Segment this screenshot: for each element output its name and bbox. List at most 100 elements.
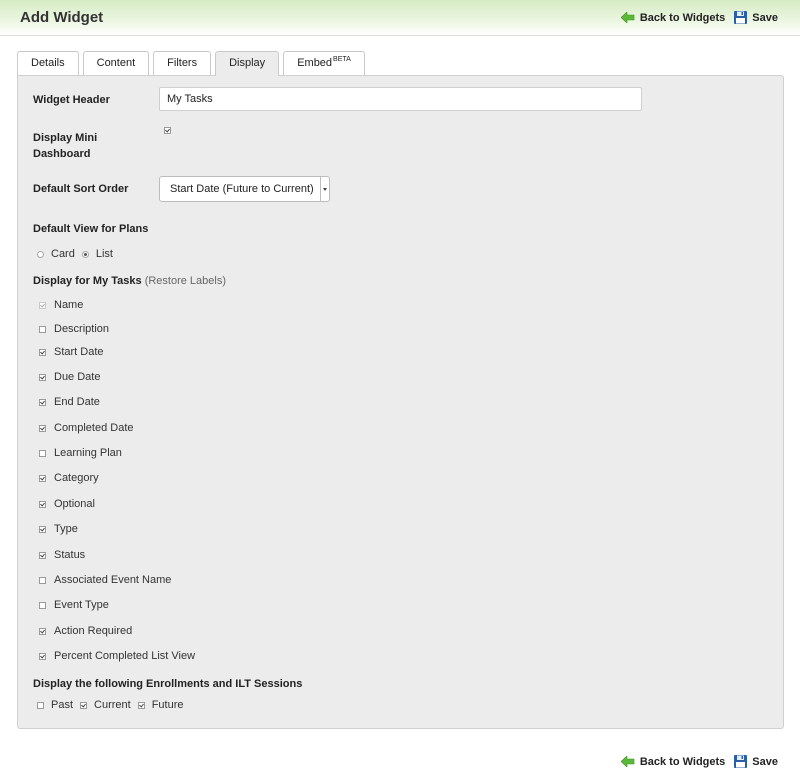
optional-checkbox[interactable] [39,500,46,508]
view-option-card[interactable]: Card [37,248,75,260]
associated-event-name-checkbox[interactable] [39,576,46,584]
widget-header-input[interactable] [159,87,642,111]
field-label: Description [54,323,110,335]
save-label: Save [752,755,778,768]
back-to-widgets-label: Back to Widgets [639,11,726,24]
current-checkbox[interactable] [80,701,88,709]
default-view-label: Default View for Plans [33,223,149,235]
field-row: Percent Completed List View [39,650,195,662]
view-option-list[interactable]: List [81,248,113,260]
tab-filters[interactable]: Filters [153,51,212,75]
sort-order-value: Start Date (Future to Current) [170,183,314,195]
field-label: Event Type [54,599,109,611]
save-button[interactable]: Save [734,11,778,24]
field-row: Associated Event Name [39,574,171,586]
mini-dashboard-label-line1: Display Mini [33,132,98,144]
tab-bar: Details Content Filters Display EmbedBET… [17,51,369,76]
card-radio[interactable] [37,250,44,258]
display-fields-heading: Display for My Tasks (Restore Labels) [33,273,226,289]
field-label: Type [54,523,78,535]
enrollment-option-current[interactable]: Current [80,699,131,711]
page-header: Add Widget Back to Widgets Save [0,0,800,36]
field-label: Action Required [54,625,133,637]
back-to-widgets-link-bottom[interactable]: Back to Widgets [620,755,726,768]
future-label: Future [151,699,184,711]
field-row: End Date [39,396,100,408]
past-label: Past [51,699,74,711]
field-row: Due Date [39,371,100,383]
default-view-options: Card List [37,248,120,260]
beta-badge: BETA [333,56,351,63]
action-required-checkbox[interactable] [39,627,46,635]
field-row: Category [39,472,99,484]
learning-plan-checkbox[interactable] [39,449,46,457]
enrollments-options: Past Current Future [37,699,191,711]
field-label: Status [54,549,86,561]
event-type-checkbox[interactable] [39,601,46,609]
list-label: List [95,248,113,260]
past-checkbox[interactable] [37,701,44,709]
field-label: Name [54,299,84,311]
end-date-checkbox[interactable] [39,398,46,406]
current-label: Current [94,699,131,711]
enrollment-option-future[interactable]: Future [137,699,184,711]
header-actions: Back to Widgets Save [620,11,778,24]
enrollment-option-past[interactable]: Past [37,699,73,711]
field-row: Name [39,299,83,311]
tab-details[interactable]: Details [17,51,79,75]
field-label: Completed Date [54,422,134,434]
floppy-disk-icon [734,11,748,24]
field-row: Learning Plan [39,447,122,459]
future-checkbox[interactable] [137,701,145,709]
field-row: Optional [39,498,95,510]
mini-dashboard-label-line2: Dashboard [33,148,91,160]
tab-embed-label: Embed [297,57,333,69]
field-label: Percent Completed List View [54,650,196,662]
completed-date-checkbox[interactable] [39,424,46,432]
tab-content[interactable]: Content [82,51,150,75]
save-label: Save [752,11,778,24]
field-label: Start Date [54,346,104,358]
restore-labels-link[interactable]: (Restore Labels) [145,275,226,287]
dropdown-arrow-icon [320,177,329,201]
card-label: Card [51,248,75,260]
display-fields-label: Display for My Tasks [33,275,142,287]
footer-actions: Back to Widgets Save [620,755,778,768]
field-row: Action Required [39,625,132,637]
floppy-disk-icon [734,755,748,768]
back-arrow-icon [620,12,635,23]
field-row: Type [39,523,78,535]
percent-completed-checkbox[interactable] [39,652,46,660]
status-checkbox[interactable] [39,551,46,559]
back-to-widgets-link[interactable]: Back to Widgets [620,11,726,24]
field-row: Description [39,323,109,335]
due-date-checkbox[interactable] [39,373,46,381]
sort-order-label: Default Sort Order [33,183,129,195]
description-checkbox[interactable] [39,325,46,333]
display-settings-panel: Widget Header Display Mini Dashboard Def… [17,75,784,729]
back-arrow-icon [620,756,635,767]
back-to-widgets-label: Back to Widgets [639,755,726,768]
mini-dashboard-label: Display Mini Dashboard [33,130,97,162]
enrollments-label: Display the following Enrollments and IL… [33,678,303,690]
tab-display[interactable]: Display [215,51,280,76]
type-checkbox[interactable] [39,525,46,533]
list-radio[interactable] [81,250,89,258]
field-row: Completed Date [39,422,134,434]
field-row: Start Date [39,346,104,358]
field-label: Category [54,472,99,484]
page-title: Add Widget [20,9,104,26]
field-label: End Date [54,396,100,408]
field-label: Due Date [54,371,101,383]
save-button-bottom[interactable]: Save [734,755,778,768]
tab-embed[interactable]: EmbedBETA [283,51,365,75]
category-checkbox[interactable] [39,474,46,482]
start-date-checkbox[interactable] [39,348,46,356]
widget-header-label: Widget Header [33,94,110,106]
field-label: Optional [54,498,95,510]
mini-dashboard-checkbox[interactable] [164,127,171,134]
name-checkbox [39,301,46,309]
field-row: Event Type [39,599,109,611]
field-label: Associated Event Name [54,574,172,586]
sort-order-select[interactable]: Start Date (Future to Current) [159,176,330,202]
